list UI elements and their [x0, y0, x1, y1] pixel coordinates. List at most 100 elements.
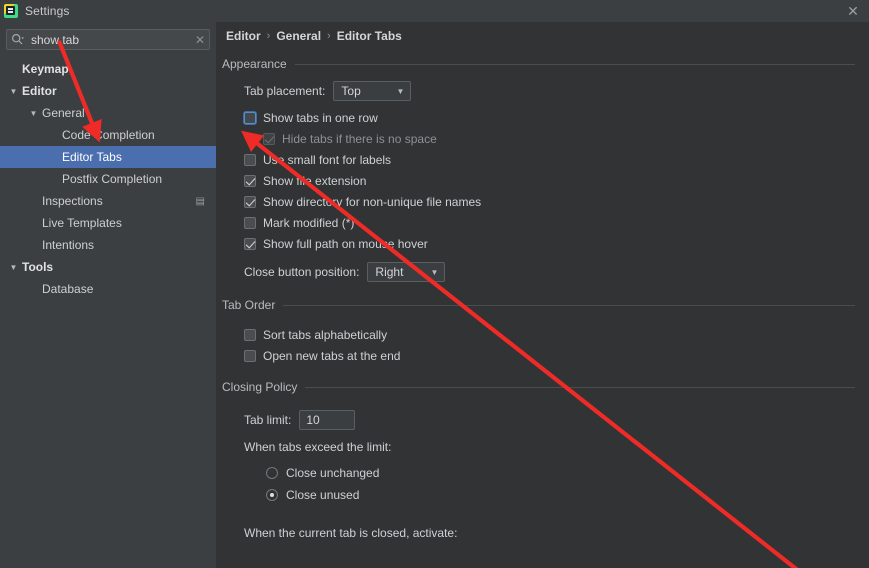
chevron-down-icon[interactable]: ▼ — [8, 263, 19, 272]
radio-close-unused[interactable] — [266, 489, 278, 501]
exceed-limit-label: When tabs exceed the limit: — [244, 440, 392, 454]
activate-label-row: When the current tab is closed, activate… — [244, 520, 869, 546]
checkbox-show-full-path-on-mouse-hover[interactable] — [244, 237, 256, 250]
tab-limit-input[interactable]: 10 — [299, 410, 356, 430]
sidebar-item-editor[interactable]: ▼ Editor — [0, 80, 216, 102]
tab-placement-label: Tab placement: — [244, 84, 326, 98]
sidebar-item-badge-icon: ▤ — [195, 195, 205, 207]
intellij-app-icon — [4, 4, 18, 18]
breadcrumb-item-editor-tabs[interactable]: Editor Tabs — [337, 29, 402, 43]
closing-policy-rows: Tab limit: 10 When tabs exceed the limit… — [216, 394, 869, 546]
breadcrumb-item-general[interactable]: General — [276, 29, 321, 43]
breadcrumb-separator: › — [327, 30, 331, 42]
sidebar-item-label: Live Templates — [42, 216, 122, 230]
sidebar-item-label: Keymap — [22, 62, 69, 76]
settings-dialog: Settings ✕ show tab ✕ Keymap ▼ Editor ▼ Gene… — [0, 0, 869, 568]
sidebar-item-live-templates[interactable]: Live Templates — [0, 212, 216, 234]
checkbox-mark-modified-[interactable] — [244, 216, 256, 229]
radio-close-unchanged[interactable] — [266, 467, 278, 479]
exceed-limit-label-row: When tabs exceed the limit: — [244, 432, 869, 462]
sidebar-item-inspections[interactable]: Inspections ▤ — [0, 190, 216, 212]
clear-search-icon[interactable]: ✕ — [191, 34, 209, 46]
checkbox-row: Mark modified (*) — [244, 212, 869, 233]
tab-limit-label: Tab limit: — [244, 413, 292, 427]
checkbox-row: Show directory for non-unique file names — [244, 191, 869, 212]
checkbox-open-new-tabs-at-the-end[interactable] — [244, 349, 256, 362]
appearance-checkbox-list: Show tabs in one row Hide tabs if there i… — [244, 107, 869, 254]
tab-placement-row: Tab placement: Top ▼ — [244, 78, 869, 104]
checkbox-hide-tabs-if-there-is-no-space[interactable] — [263, 132, 275, 145]
appearance-header: Appearance — [216, 57, 869, 71]
checkbox-sort-tabs-alphabetically[interactable] — [244, 328, 256, 341]
section-divider — [305, 386, 855, 388]
checkbox-show-directory-for-non-unique-file-names[interactable] — [244, 195, 256, 208]
close-button-position-row: Close button position: Right ▼ — [244, 258, 869, 286]
checkbox-row: Hide tabs if there is no space — [263, 128, 869, 149]
checkbox-show-file-extension[interactable] — [244, 174, 256, 187]
close-icon[interactable]: ✕ — [837, 0, 869, 22]
checkbox-use-small-font-for-labels[interactable] — [244, 153, 256, 166]
sidebar-item-general[interactable]: ▼ General — [0, 102, 216, 124]
settings-content: Editor › General › Editor Tabs Appearance Ta… — [216, 22, 869, 568]
appearance-title: Appearance — [222, 57, 287, 71]
sidebar-item-keymap[interactable]: Keymap — [0, 58, 216, 80]
checkbox-label: Show file extension — [263, 173, 367, 188]
checkbox-label: Show tabs in one row — [263, 110, 378, 125]
tab-limit-row: Tab limit: 10 — [244, 408, 869, 432]
exceed-limit-radio-group: Close unchanged Close unused — [244, 462, 869, 506]
sidebar-item-label: Editor — [22, 84, 57, 98]
radio-label: Close unchanged — [286, 466, 380, 480]
checkbox-label: Show directory for non-unique file names — [263, 194, 482, 209]
tab-placement-value: Top — [341, 84, 361, 98]
section-divider — [294, 63, 855, 65]
sidebar-item-label: Inspections — [42, 194, 103, 208]
search-icon — [11, 33, 29, 46]
sidebar-item-label: Editor Tabs — [62, 150, 122, 164]
close-button-position-dropdown[interactable]: Right ▼ — [367, 262, 446, 282]
sidebar-item-postfix-completion[interactable]: Postfix Completion — [0, 168, 216, 190]
breadcrumb-separator: › — [266, 30, 271, 42]
radio-row: Close unused — [266, 484, 869, 506]
chevron-down-icon[interactable]: ▼ — [28, 109, 39, 118]
checkbox-row: Open new tabs at the end — [244, 345, 869, 366]
breadcrumb-item-editor[interactable]: Editor — [226, 29, 261, 43]
appearance-section: Appearance Tab placement: Top ▼ Show tab… — [216, 57, 869, 286]
checkbox-row: Show full path on mouse hover — [244, 233, 869, 254]
tab-order-section: Tab Order Sort tabs alphabetically Open n… — [216, 298, 869, 366]
search-box[interactable]: show tab ✕ — [6, 29, 210, 50]
tab-placement-dropdown[interactable]: Top ▼ — [333, 81, 412, 101]
settings-sidebar: show tab ✕ Keymap ▼ Editor ▼ General Code Com… — [0, 22, 216, 568]
sidebar-item-tools[interactable]: ▼ Tools — [0, 256, 216, 278]
checkbox-label: Use small font for labels — [263, 152, 392, 167]
checkbox-row: Show tabs in one row — [244, 107, 869, 128]
sidebar-item-editor-tabs[interactable]: Editor Tabs — [0, 146, 216, 168]
radio-row: Close unchanged — [266, 462, 869, 484]
closing-policy-section: Closing Policy Tab limit: 10 When tabs e… — [216, 380, 869, 546]
sidebar-item-label: General — [42, 106, 85, 120]
tab-order-header: Tab Order — [216, 298, 869, 312]
sidebar-item-label: Database — [42, 282, 94, 296]
window-title: Settings — [25, 4, 70, 18]
checkbox-label: Sort tabs alphabetically — [263, 327, 388, 342]
checkbox-label: Show full path on mouse hover — [263, 236, 428, 251]
sidebar-item-label: Tools — [22, 260, 54, 274]
chevron-down-icon[interactable]: ▼ — [8, 87, 19, 96]
sidebar-item-code-completion[interactable]: Code Completion — [0, 124, 216, 146]
search-input[interactable]: show tab — [29, 33, 191, 47]
checkbox-row: Use small font for labels — [244, 149, 869, 170]
title-bar: Settings ✕ — [0, 0, 869, 22]
appearance-rows: Tab placement: Top ▼ Show tabs in one ro… — [216, 71, 869, 286]
sidebar-item-label: Postfix Completion — [62, 172, 163, 186]
checkbox-row: Sort tabs alphabetically — [244, 324, 869, 345]
tab-order-title: Tab Order — [222, 298, 276, 312]
close-button-position-label: Close button position: — [244, 265, 360, 279]
breadcrumb: Editor › General › Editor Tabs — [226, 29, 869, 43]
checkbox-show-tabs-in-one-row[interactable] — [244, 111, 256, 124]
closing-policy-title: Closing Policy — [222, 380, 298, 394]
radio-label: Close unused — [286, 488, 360, 502]
sidebar-item-intentions[interactable]: Intentions — [0, 234, 216, 256]
sidebar-item-database[interactable]: Database — [0, 278, 216, 300]
closing-policy-header: Closing Policy — [216, 380, 869, 394]
search-area: show tab ✕ — [0, 22, 216, 50]
tab-order-rows: Sort tabs alphabetically Open new tabs at… — [216, 312, 869, 366]
